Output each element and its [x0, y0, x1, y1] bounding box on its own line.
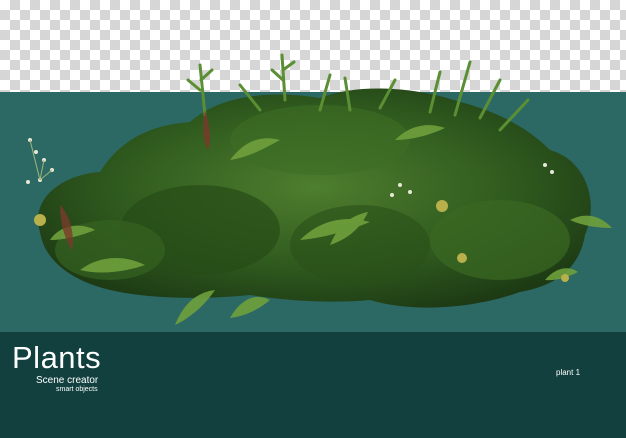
plant-tag-label: plant 1 — [556, 368, 581, 377]
plant-arrangement-image — [26, 53, 612, 325]
caption-subtitle-small: smart objects — [56, 386, 98, 393]
caption-subtitle: Scene creator — [36, 375, 99, 386]
caption-title: Plants — [12, 340, 102, 375]
